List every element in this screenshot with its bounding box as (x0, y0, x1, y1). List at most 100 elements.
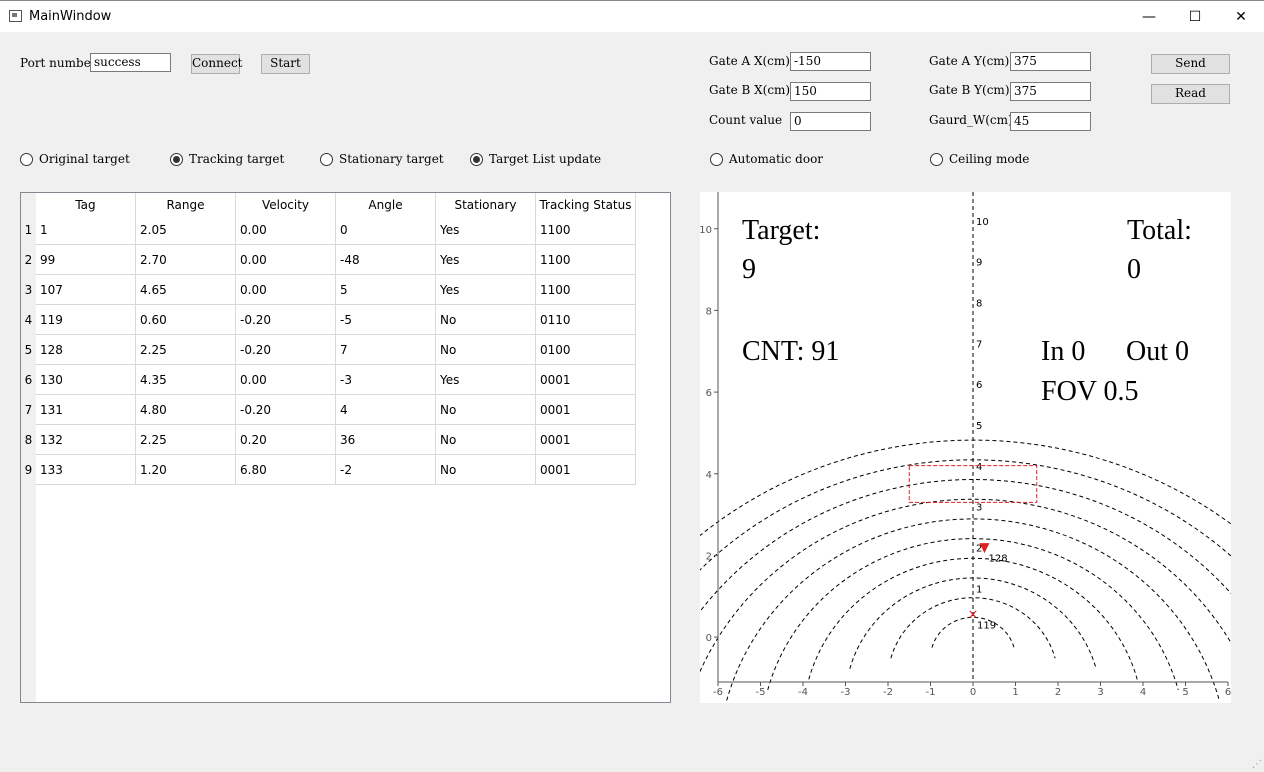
table-cell[interactable]: 4.65 (136, 275, 236, 305)
table-cell[interactable]: Yes (436, 365, 536, 395)
row-header[interactable]: 6 (21, 365, 36, 395)
table-cell[interactable]: 2.70 (136, 245, 236, 275)
table-cell[interactable]: No (436, 455, 536, 485)
table-cell[interactable]: -5 (336, 305, 436, 335)
row-header[interactable]: 2 (21, 245, 36, 275)
range-ring-8 (644, 479, 1264, 722)
table-cell[interactable]: 0.20 (236, 425, 336, 455)
table-cell[interactable]: 0.00 (236, 215, 336, 245)
table-cell[interactable]: No (436, 335, 536, 365)
target-table[interactable]: Tag Range Velocity Angle Stationary Trac… (20, 192, 671, 703)
y-tick-label: 10 (700, 225, 712, 236)
column-header-velocity[interactable]: Velocity (236, 193, 336, 217)
table-cell[interactable]: 1 (36, 215, 136, 245)
table-cell[interactable]: -2 (336, 455, 436, 485)
table-cell[interactable]: -0.20 (236, 305, 336, 335)
radio-label: Automatic door (729, 152, 824, 166)
table-cell[interactable]: Yes (436, 245, 536, 275)
send-button[interactable]: Send (1151, 54, 1230, 74)
table-cell[interactable]: 1.20 (136, 455, 236, 485)
table-cell[interactable]: 0001 (536, 425, 636, 455)
gate-b-y-label: Gate B Y(cm) (929, 83, 1010, 97)
row-header[interactable]: 1 (21, 215, 36, 245)
gate-b-x-input[interactable]: 150 (790, 82, 871, 101)
row-header[interactable]: 8 (21, 425, 36, 455)
table-cell[interactable]: 2.25 (136, 425, 236, 455)
row-header[interactable]: 5 (21, 335, 36, 365)
table-cell[interactable]: -3 (336, 365, 436, 395)
gate-a-x-input[interactable]: -150 (790, 52, 871, 71)
table-cell[interactable]: 133 (36, 455, 136, 485)
radio-label: Stationary target (339, 152, 444, 166)
table-cell[interactable]: 5 (336, 275, 436, 305)
resize-grip-icon[interactable]: ⋰ (1252, 759, 1262, 770)
port-number-input[interactable]: success (90, 53, 171, 72)
column-header-tracking-status[interactable]: Tracking Status (536, 193, 636, 217)
read-button[interactable]: Read (1151, 84, 1230, 104)
app-icon (9, 10, 22, 22)
table-cell[interactable]: 130 (36, 365, 136, 395)
minimize-button[interactable]: — (1126, 1, 1172, 32)
column-header-tag[interactable]: Tag (36, 193, 136, 217)
column-header-angle[interactable]: Angle (336, 193, 436, 217)
table-cell[interactable]: 0001 (536, 395, 636, 425)
radio-indicator[interactable] (320, 153, 333, 166)
table-cell[interactable]: 0100 (536, 335, 636, 365)
table-cell[interactable]: -0.20 (236, 335, 336, 365)
table-cell[interactable]: 128 (36, 335, 136, 365)
count-value-input[interactable]: 0 (790, 112, 871, 131)
maximize-button[interactable]: ☐ (1172, 1, 1218, 32)
table-cell[interactable]: 7 (336, 335, 436, 365)
gate-a-x-label: Gate A X(cm) (709, 54, 790, 68)
guard-width-input[interactable]: 45 (1010, 112, 1091, 131)
table-cell[interactable]: -48 (336, 245, 436, 275)
table-cell[interactable]: 107 (36, 275, 136, 305)
table-cell[interactable]: 0.00 (236, 275, 336, 305)
row-header[interactable]: 3 (21, 275, 36, 305)
table-cell[interactable]: -0.20 (236, 395, 336, 425)
table-cell[interactable]: 131 (36, 395, 136, 425)
row-header[interactable]: 7 (21, 395, 36, 425)
table-cell[interactable]: 6.80 (236, 455, 336, 485)
radio-indicator[interactable] (20, 153, 33, 166)
radio-indicator[interactable] (170, 153, 183, 166)
table-cell[interactable]: Yes (436, 215, 536, 245)
table-cell[interactable]: 0001 (536, 365, 636, 395)
table-cell[interactable]: 1100 (536, 215, 636, 245)
radio-indicator[interactable] (930, 153, 943, 166)
table-cell[interactable]: 36 (336, 425, 436, 455)
table-cell[interactable]: 0 (336, 215, 436, 245)
table-cell[interactable]: 99 (36, 245, 136, 275)
table-cell[interactable]: No (436, 395, 536, 425)
gate-b-y-input[interactable]: 375 (1010, 82, 1091, 101)
row-header[interactable]: 4 (21, 305, 36, 335)
radio-indicator[interactable] (470, 153, 483, 166)
table-cell[interactable]: 1100 (536, 245, 636, 275)
table-cell[interactable]: 2.05 (136, 215, 236, 245)
table-cell[interactable]: 119 (36, 305, 136, 335)
close-button[interactable]: ✕ (1218, 1, 1264, 32)
table-cell[interactable]: 0.60 (136, 305, 236, 335)
column-header-range[interactable]: Range (136, 193, 236, 217)
table-cell[interactable]: 4.80 (136, 395, 236, 425)
table-cell[interactable]: 0001 (536, 455, 636, 485)
target-label-119: 119 (977, 621, 996, 632)
connect-button[interactable]: Connect (191, 54, 243, 74)
row-header[interactable]: 9 (21, 455, 36, 485)
table-cell[interactable]: No (436, 305, 536, 335)
table-cell[interactable]: 0110 (536, 305, 636, 335)
gate-a-y-input[interactable]: 375 (1010, 52, 1091, 71)
table-cell[interactable]: Yes (436, 275, 536, 305)
ring-label-6: 6 (976, 380, 982, 391)
column-header-stationary[interactable]: Stationary (436, 193, 536, 217)
table-cell[interactable]: 4 (336, 395, 436, 425)
table-cell[interactable]: No (436, 425, 536, 455)
table-cell[interactable]: 4.35 (136, 365, 236, 395)
table-cell[interactable]: 1100 (536, 275, 636, 305)
start-button[interactable]: Start (261, 54, 310, 74)
table-cell[interactable]: 0.00 (236, 245, 336, 275)
table-cell[interactable]: 132 (36, 425, 136, 455)
radio-indicator[interactable] (710, 153, 723, 166)
table-cell[interactable]: 0.00 (236, 365, 336, 395)
table-cell[interactable]: 2.25 (136, 335, 236, 365)
